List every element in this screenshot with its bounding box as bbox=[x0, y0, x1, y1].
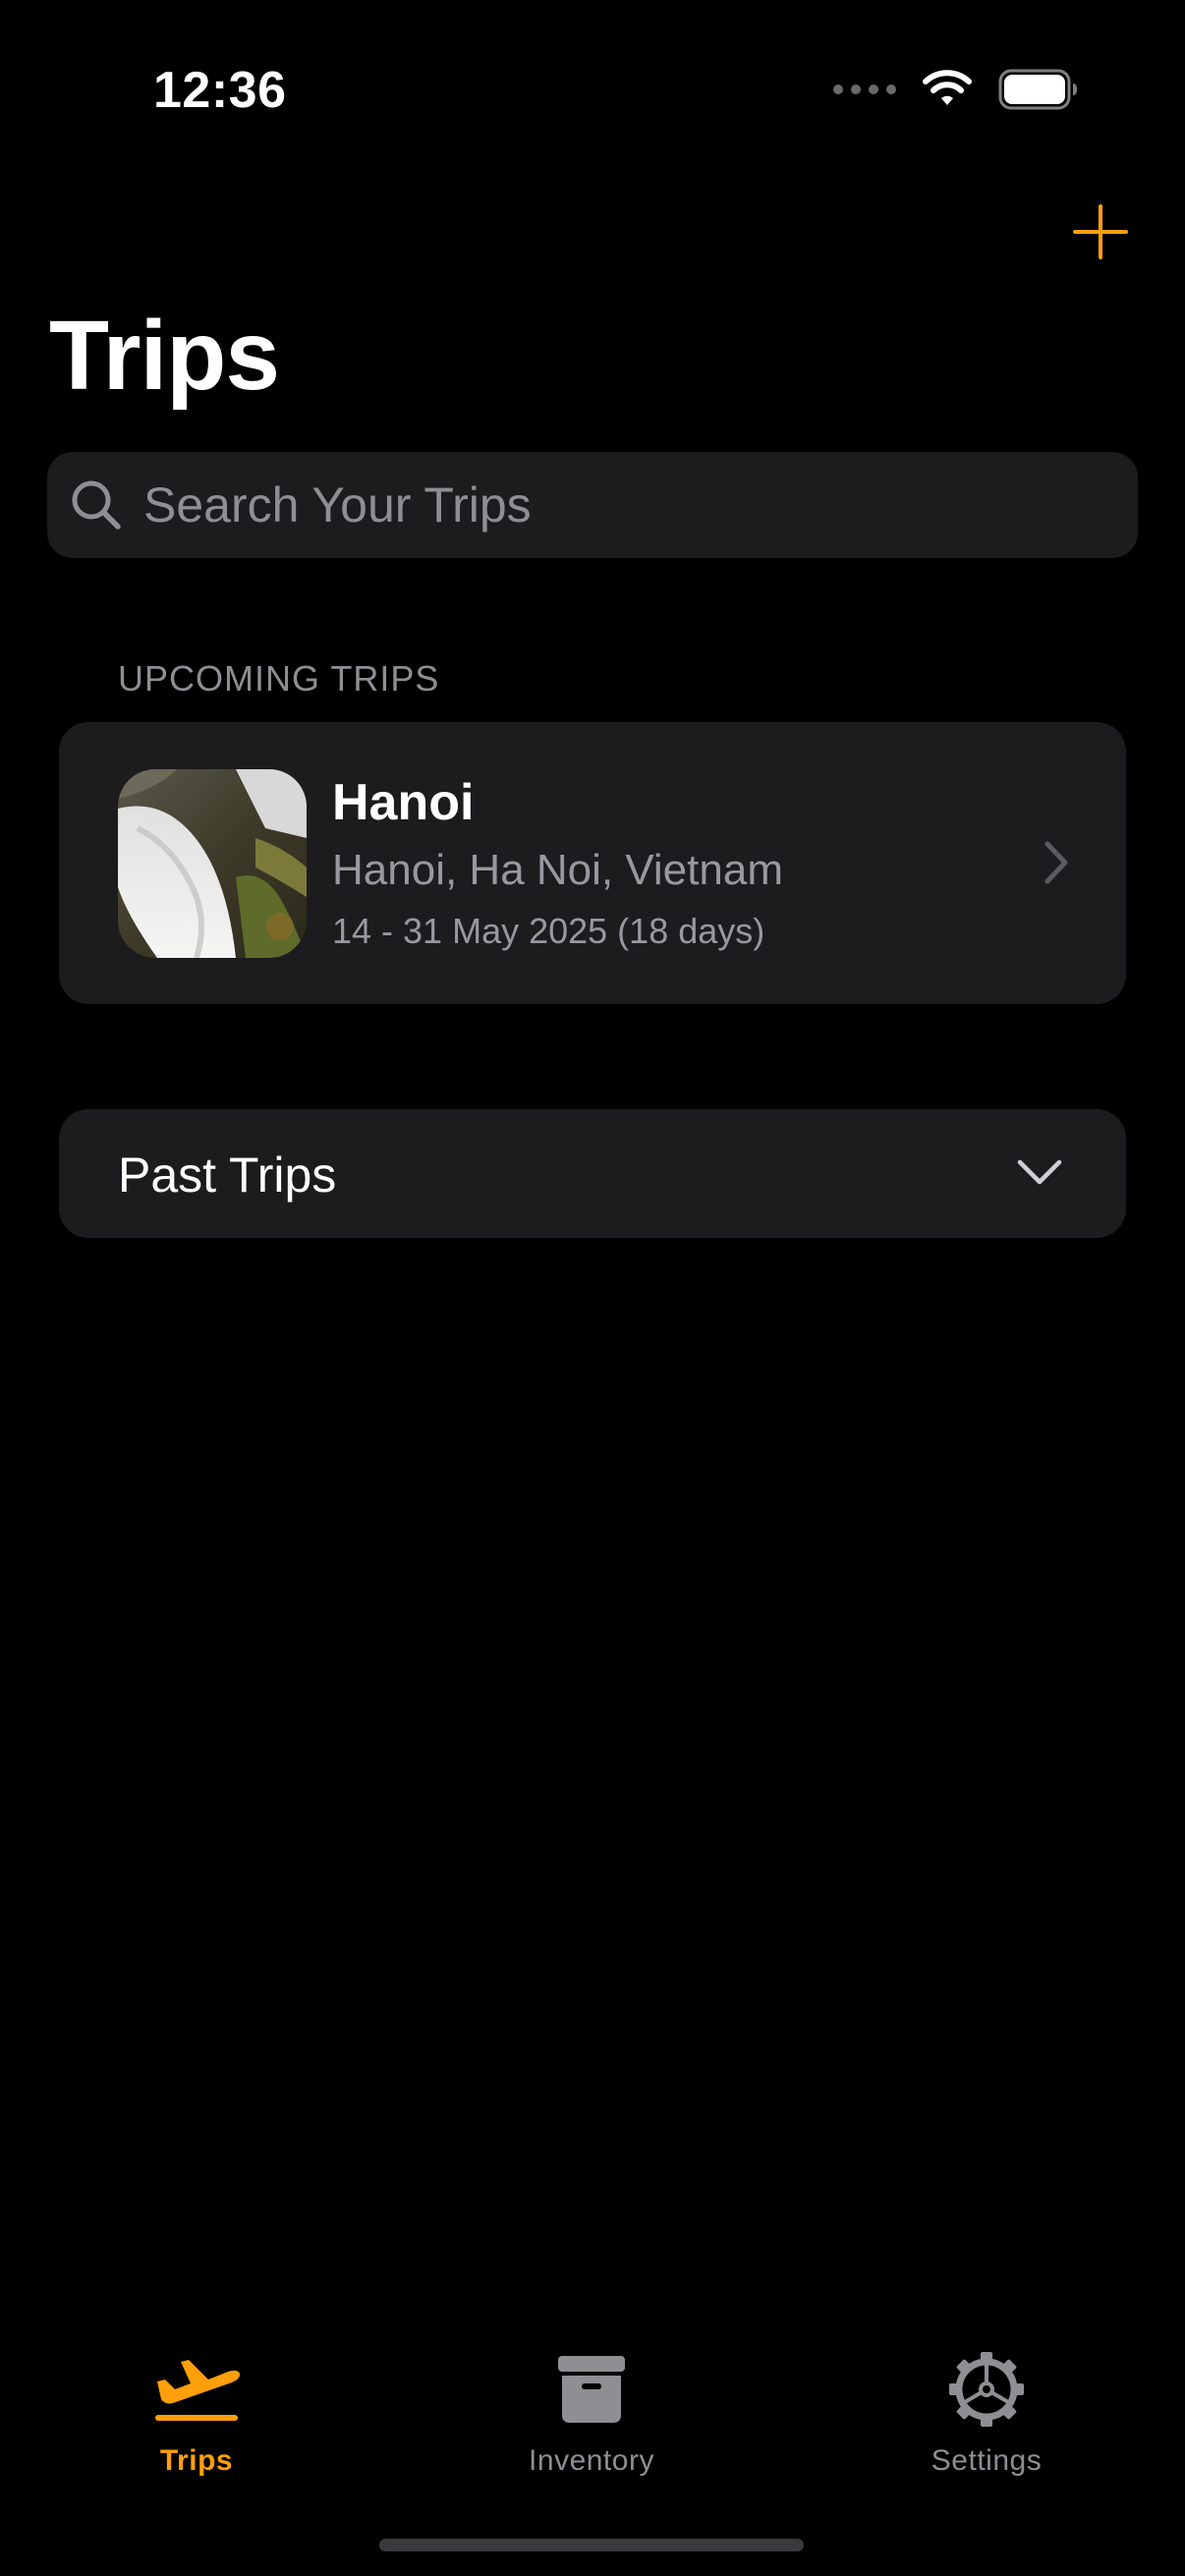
trip-location: Hanoi, Ha Noi, Vietnam bbox=[332, 846, 783, 894]
airplane-departure-icon bbox=[155, 2360, 241, 2421]
search-icon bbox=[72, 480, 121, 530]
plus-icon bbox=[1073, 204, 1128, 259]
home-indicator bbox=[379, 2539, 804, 2551]
search-bar[interactable] bbox=[47, 452, 1138, 558]
trip-card-hanoi[interactable]: Hanoi Hanoi, Ha Noi, Vietnam 14 - 31 May… bbox=[59, 722, 1126, 1004]
past-trips-disclosure[interactable]: Past Trips bbox=[59, 1109, 1126, 1238]
tab-label: Trips bbox=[159, 2444, 234, 2477]
tab-inventory[interactable]: Inventory bbox=[474, 2328, 709, 2478]
trip-name: Hanoi bbox=[332, 774, 475, 831]
tab-trips[interactable]: Trips bbox=[79, 2328, 314, 2478]
page-title: Trips bbox=[49, 301, 280, 411]
status-time: 12:36 bbox=[153, 62, 287, 119]
tab-label: Inventory bbox=[529, 2444, 654, 2477]
gear-icon bbox=[949, 2352, 1024, 2427]
trip-thumbnail bbox=[118, 769, 307, 958]
tab-settings[interactable]: Settings bbox=[869, 2328, 1104, 2478]
chevron-down-icon bbox=[1017, 1159, 1062, 1185]
tab-bar: Trips Inventory Settings bbox=[0, 2328, 1185, 2486]
trip-dates: 14 - 31 May 2025 (18 days) bbox=[332, 911, 765, 951]
cellular-signal-icon bbox=[833, 84, 896, 94]
tab-label: Settings bbox=[931, 2444, 1043, 2477]
search-input[interactable] bbox=[143, 476, 1087, 533]
status-indicators bbox=[833, 69, 1079, 110]
chevron-right-icon bbox=[1044, 841, 1068, 884]
section-header-upcoming: UPCOMING TRIPS bbox=[118, 658, 440, 699]
add-trip-button[interactable] bbox=[1069, 200, 1132, 263]
wifi-icon bbox=[923, 70, 972, 105]
past-trips-label: Past Trips bbox=[118, 1148, 337, 1203]
battery-icon bbox=[998, 69, 1077, 110]
archive-box-icon bbox=[558, 2356, 625, 2423]
